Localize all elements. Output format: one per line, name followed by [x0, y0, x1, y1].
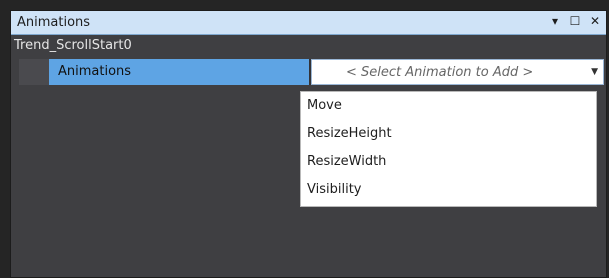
panel-title: Animations	[17, 15, 91, 30]
select-animation-placeholder: < Select Animation to Add >	[346, 65, 534, 80]
chevron-down-icon[interactable]: ▼	[591, 67, 598, 77]
select-animation-dropdown[interactable]: < Select Animation to Add > ▼	[311, 59, 604, 85]
maximize-icon[interactable]: ☐	[568, 14, 582, 28]
row-indent	[19, 59, 49, 85]
object-name: Trend_ScrollStart0	[14, 38, 132, 53]
option-resizewidth[interactable]: ResizeWidth	[301, 148, 596, 176]
animations-label: Animations	[58, 64, 132, 79]
object-name-bar: Trend_ScrollStart0	[11, 35, 606, 57]
option-resizeheight[interactable]: ResizeHeight	[301, 120, 596, 148]
animations-label-cell[interactable]: Animations	[49, 59, 309, 85]
panel-titlebar: Animations ▾ ☐ ✕	[11, 11, 606, 35]
option-move[interactable]: Move	[301, 92, 596, 120]
dropdown-arrow-icon[interactable]: ▾	[548, 14, 562, 28]
option-visibility[interactable]: Visibility	[301, 176, 596, 204]
close-icon[interactable]: ✕	[588, 14, 602, 28]
animations-property-row: Animations < Select Animation to Add > ▼	[19, 59, 604, 85]
titlebar-buttons: ▾ ☐ ✕	[548, 14, 602, 28]
animation-options-list: Move ResizeHeight ResizeWidth Visibility	[300, 91, 597, 207]
